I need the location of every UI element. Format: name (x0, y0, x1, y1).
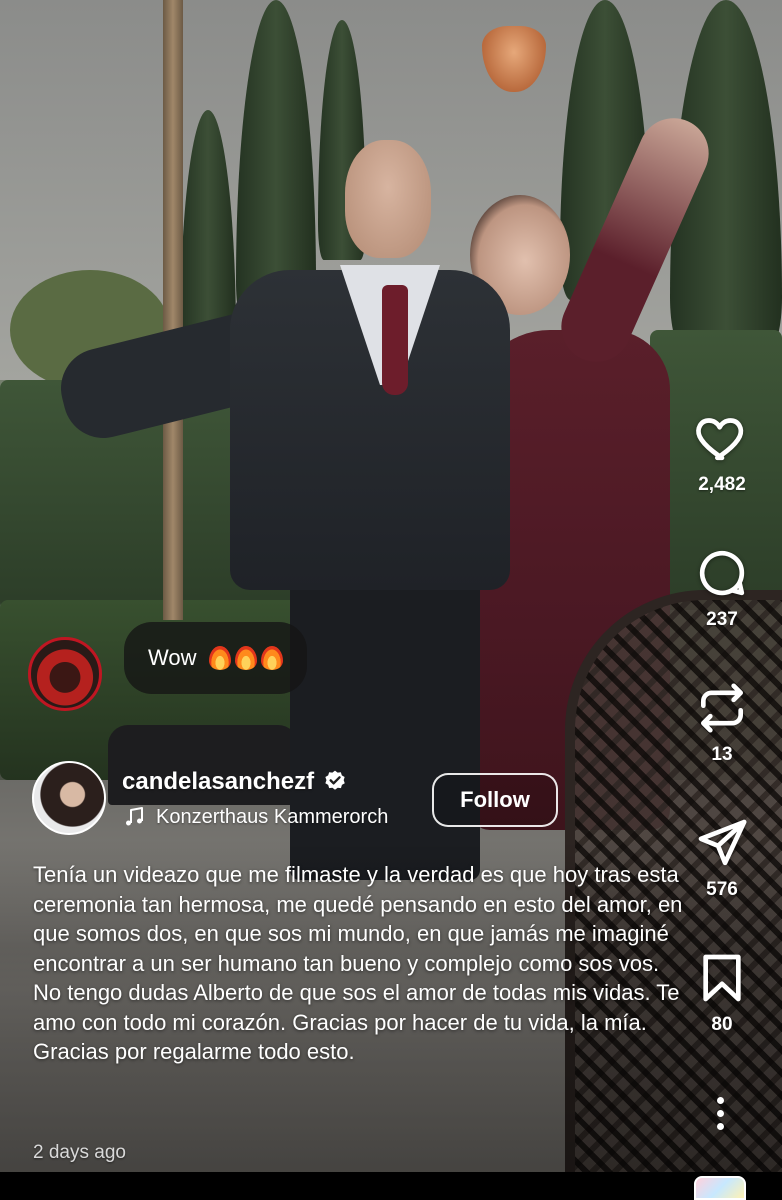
repost-button[interactable]: 13 (662, 680, 782, 766)
fire-emoji (208, 646, 231, 670)
verified-badge-icon (325, 770, 345, 790)
comment-count: 237 (706, 609, 738, 630)
heart-icon (696, 418, 744, 461)
repost-icon (701, 683, 743, 733)
author-username-row[interactable]: candelasanchezf (122, 768, 348, 796)
post-timestamp: 2 days ago (33, 1142, 126, 1163)
speech-bubble-icon (699, 550, 745, 596)
comment-bubble[interactable]: Wow (124, 622, 307, 694)
man-legs (290, 580, 480, 880)
man-tie (382, 285, 408, 395)
audio-track[interactable]: Konzerthaus Kammerorch (122, 805, 388, 829)
follow-button[interactable]: Follow (432, 773, 558, 827)
bookmark-icon (703, 954, 741, 1002)
author-avatar[interactable] (32, 761, 106, 835)
author-username: candelasanchezf (122, 768, 315, 795)
send-icon (698, 819, 747, 866)
share-count: 576 (706, 879, 738, 900)
like-count: 2,482 (698, 474, 746, 495)
comment-emojis (208, 646, 283, 670)
wooden-pole (163, 0, 183, 620)
music-note-icon (126, 807, 143, 826)
post-caption[interactable]: Tenía un videazo que me filmaste y la ve… (33, 860, 683, 1067)
comment-text: Wow (148, 645, 197, 670)
dot (716, 1109, 724, 1117)
like-button[interactable]: 2,482 (662, 410, 782, 496)
fire-emoji (260, 646, 283, 670)
repost-count: 13 (711, 744, 733, 765)
bottom-bar (0, 1172, 782, 1200)
man-head (345, 140, 431, 258)
app-thumbnail[interactable] (694, 1176, 746, 1200)
more-options-button[interactable] (700, 1088, 740, 1138)
dot (716, 1096, 724, 1104)
audio-track-name: Konzerthaus Kammerorch (156, 805, 389, 828)
commenter-avatar[interactable] (28, 637, 102, 711)
comment-button[interactable]: 237 (662, 545, 782, 631)
dot (716, 1122, 724, 1130)
fire-emoji (234, 646, 257, 670)
save-count: 80 (711, 1014, 733, 1035)
